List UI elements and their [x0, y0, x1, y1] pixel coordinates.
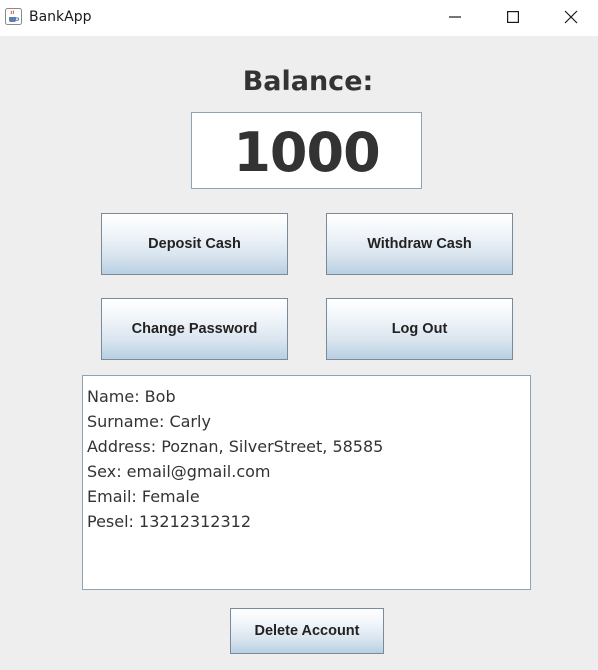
- change-password-button[interactable]: Change Password: [101, 298, 288, 360]
- maximize-button[interactable]: [484, 0, 542, 34]
- window-title: BankApp: [29, 9, 92, 25]
- minimize-icon: [449, 16, 461, 18]
- close-button[interactable]: [542, 0, 598, 34]
- delete-account-button[interactable]: Delete Account: [230, 608, 384, 654]
- minimize-button[interactable]: [426, 0, 484, 34]
- log-out-button[interactable]: Log Out: [326, 298, 513, 360]
- balance-label: Balance:: [242, 66, 374, 97]
- maximize-icon: [507, 11, 519, 23]
- balance-value: 1000: [233, 121, 380, 184]
- java-cup-icon: [5, 8, 22, 25]
- info-line-email: Email: Female: [87, 487, 200, 506]
- info-line-name: Name: Bob: [87, 387, 176, 406]
- deposit-cash-button[interactable]: Deposit Cash: [101, 213, 288, 275]
- info-line-address: Address: Poznan, SilverStreet, 58585: [87, 437, 384, 456]
- bankapp-window: BankApp Balance: 1000 Deposit Cash Withd…: [0, 0, 598, 670]
- info-line-surname: Surname: Carly: [87, 412, 211, 431]
- info-line-sex: Sex: email@gmail.com: [87, 462, 271, 481]
- close-icon: [564, 10, 578, 24]
- user-info-text-area[interactable]: Name: Bob Surname: Carly Address: Poznan…: [82, 375, 531, 590]
- withdraw-cash-button[interactable]: Withdraw Cash: [326, 213, 513, 275]
- title-bar[interactable]: BankApp: [0, 0, 598, 36]
- info-line-pesel: Pesel: 13212312312: [87, 512, 251, 531]
- balance-display: 1000: [191, 112, 422, 189]
